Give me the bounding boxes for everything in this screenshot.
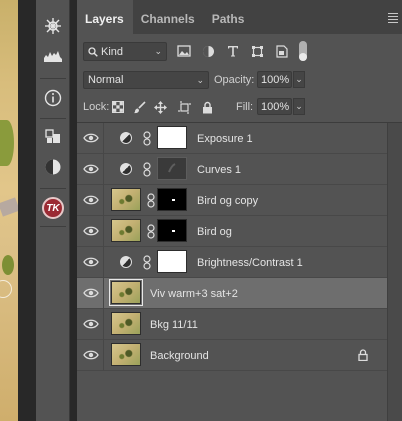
navigator-icon[interactable] xyxy=(39,14,67,38)
mask-link-chain-icon[interactable] xyxy=(143,131,151,146)
layer-name[interactable]: Curves 1 xyxy=(197,164,241,176)
type-filter-icon[interactable] xyxy=(225,43,241,59)
layer-row-background[interactable]: Background xyxy=(77,340,387,371)
opacity-slider-toggle[interactable]: ⌄ xyxy=(293,71,305,88)
layer-thumbnail[interactable] xyxy=(109,279,143,306)
layer-name[interactable]: Exposure 1 xyxy=(197,133,253,145)
dock-gutter xyxy=(18,0,36,421)
histogram-icon[interactable] xyxy=(39,44,67,68)
visibility-eye-icon[interactable] xyxy=(83,193,99,207)
visibility-eye-icon[interactable] xyxy=(83,255,99,269)
tab-paths[interactable]: Paths xyxy=(204,0,254,34)
filter-toggle-switch[interactable] xyxy=(299,41,307,61)
mask-link-chain-icon[interactable] xyxy=(143,255,151,270)
blend-mode-select[interactable]: Normal ⌄ xyxy=(83,71,209,89)
layer-mask-thumbnail[interactable] xyxy=(157,188,187,211)
canvas-photo-edge xyxy=(0,0,18,421)
layer-row-bkg-11-11[interactable]: Bkg 11/11 xyxy=(77,309,387,340)
adjustment-layer-icon xyxy=(120,163,132,175)
lock-position-icon[interactable] xyxy=(153,100,167,114)
layer-row-exposure-1[interactable]: Exposure 1 xyxy=(77,123,387,154)
panel-icons-column: TK xyxy=(36,0,70,421)
layers-panel: Layers Channels Paths Kind ⌄ Normal ⌄ Op… xyxy=(77,0,402,421)
layer-name[interactable]: Bird og copy xyxy=(197,195,258,207)
layer-mask-thumbnail[interactable] xyxy=(157,126,187,149)
visibility-eye-icon[interactable] xyxy=(83,131,99,145)
info-icon[interactable] xyxy=(39,86,67,110)
padlock-icon[interactable] xyxy=(358,349,368,361)
filter-kind-label: Kind xyxy=(101,45,124,58)
lock-all-icon[interactable] xyxy=(200,100,214,114)
layer-row-bird-og[interactable]: Bird og xyxy=(77,216,387,247)
image-filter-icon[interactable] xyxy=(176,43,192,59)
opacity-input[interactable]: 100% xyxy=(257,71,292,88)
layer-mask-thumbnail[interactable] xyxy=(157,219,187,242)
libraries-icon[interactable] xyxy=(39,125,67,149)
filter-kind-select[interactable]: Kind ⌄ xyxy=(83,42,167,61)
fill-label: Fill: xyxy=(236,101,254,113)
ring-shape xyxy=(0,280,12,298)
layers-list: Exposure 1 Curves 1 Bird og copy Bird og… xyxy=(77,123,387,371)
layers-scrollbar[interactable] xyxy=(387,123,402,421)
layer-row-brightness-contrast-1[interactable]: Brightness/Contrast 1 xyxy=(77,247,387,278)
layer-name[interactable]: Brightness/Contrast 1 xyxy=(197,257,303,269)
mask-link-chain-icon[interactable] xyxy=(147,224,155,239)
chevron-down-icon: ⌄ xyxy=(196,74,204,85)
lock-transparent-pixels-icon[interactable] xyxy=(111,100,125,114)
curves-mask-icon xyxy=(168,163,176,173)
separator xyxy=(40,78,66,79)
layer-thumbnail[interactable] xyxy=(111,343,141,366)
separator xyxy=(40,118,66,119)
layer-mask-thumbnail[interactable] xyxy=(157,250,187,273)
dock-gutter xyxy=(70,0,77,421)
tab-layers[interactable]: Layers xyxy=(77,0,133,34)
tk-logo-icon: TK xyxy=(42,197,64,219)
opacity-label: Opacity: xyxy=(214,74,255,86)
layer-name[interactable]: Background xyxy=(150,350,209,362)
twig-shape xyxy=(0,197,18,217)
chevron-down-icon: ⌄ xyxy=(154,46,162,56)
leaf-shape xyxy=(0,120,14,166)
visibility-eye-icon[interactable] xyxy=(83,317,99,331)
tab-channels[interactable]: Channels xyxy=(133,0,204,34)
visibility-eye-icon[interactable] xyxy=(83,348,99,362)
layer-row-viv-warm[interactable]: Viv warm+3 sat+2 xyxy=(77,278,387,309)
lock-artboard-icon[interactable] xyxy=(177,100,191,114)
visibility-eye-icon[interactable] xyxy=(83,162,99,176)
panel-tab-bar: Layers Channels Paths xyxy=(77,0,402,34)
layer-name[interactable]: Viv warm+3 sat+2 xyxy=(150,288,238,300)
adjustment-layer-icon xyxy=(120,256,132,268)
adjustments-icon[interactable] xyxy=(39,155,67,179)
shape-filter-icon[interactable] xyxy=(249,43,265,59)
layer-name[interactable]: Bird og xyxy=(197,226,232,238)
lock-image-pixels-icon[interactable] xyxy=(132,100,146,114)
fill-slider-toggle[interactable]: ⌄ xyxy=(293,98,305,115)
smart-object-filter-icon[interactable] xyxy=(274,43,290,59)
search-icon xyxy=(88,46,98,57)
layer-mask-thumbnail[interactable] xyxy=(157,157,187,180)
layer-name[interactable]: Bkg 11/11 xyxy=(150,319,198,331)
adjustment-layer-icon xyxy=(120,132,132,144)
layer-thumbnail[interactable] xyxy=(111,219,141,242)
blend-mode-value: Normal xyxy=(88,74,124,86)
visibility-eye-icon[interactable] xyxy=(83,286,99,300)
mask-link-chain-icon[interactable] xyxy=(143,162,151,177)
leaf-shape xyxy=(2,255,14,275)
panel-menu-icon[interactable] xyxy=(388,13,398,25)
visibility-eye-icon[interactable] xyxy=(83,224,99,238)
adjustment-filter-icon[interactable] xyxy=(200,43,216,59)
separator xyxy=(40,188,66,189)
layer-row-bird-og-copy[interactable]: Bird og copy xyxy=(77,185,387,216)
tk-panel-button[interactable]: TK xyxy=(39,196,67,220)
separator xyxy=(40,226,66,227)
layer-row-curves-1[interactable]: Curves 1 xyxy=(77,154,387,185)
lock-label: Lock: xyxy=(83,101,110,113)
layer-thumbnail[interactable] xyxy=(111,312,141,335)
layer-thumbnail[interactable] xyxy=(111,188,141,211)
fill-input[interactable]: 100% xyxy=(257,98,292,115)
mask-link-chain-icon[interactable] xyxy=(147,193,155,208)
